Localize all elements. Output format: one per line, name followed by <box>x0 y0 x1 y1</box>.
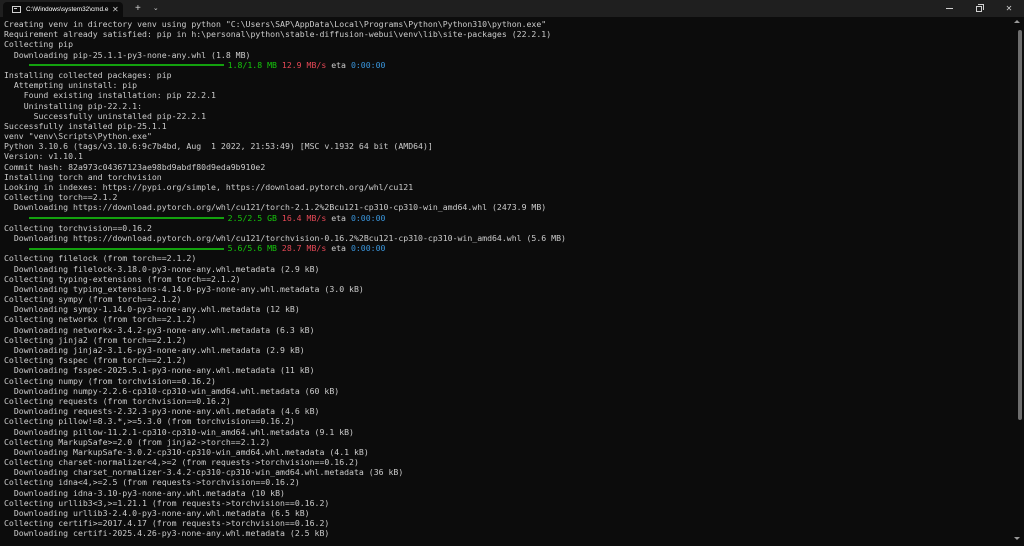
console-line: Found existing installation: pip 22.2.1 <box>4 90 216 101</box>
console-line: Downloading filelock-3.18.0-py3-none-any… <box>4 263 320 274</box>
progress-eta: 0:00:00 <box>350 243 386 254</box>
console-line: Collecting urllib3<3,>=1.21.1 (from requ… <box>4 497 330 508</box>
console-line: Collecting torchvision==0.16.2 <box>4 222 152 233</box>
console-line: Downloading sympy-1.14.0-py3-none-any.wh… <box>4 304 300 315</box>
console-line: Downloading jinja2-3.1.6-py3-none-any.wh… <box>4 345 305 355</box>
console-line: Successfully uninstalled pip-22.2.1 <box>4 110 207 121</box>
console-line: Downloading numpy-2.2.6-cp310-cp310-win_… <box>4 385 340 396</box>
console-line: Collecting torch==2.1.2 <box>4 192 118 203</box>
console-line: Downloading idna-3.10-py3-none-any.whl.m… <box>4 487 285 498</box>
eta-label: eta <box>331 59 346 70</box>
console-line: Installing torch and torchvision <box>4 171 162 182</box>
console-line: Downloading charset_normalizer-3.4.2-cp3… <box>4 467 404 478</box>
progress-eta: 0:00:00 <box>350 59 386 70</box>
console-line: Creating venv in directory venv using py… <box>4 19 547 29</box>
progress-bar <box>28 247 224 250</box>
console-line: Collecting MarkupSafe>=2.0 (from jinja2-… <box>4 436 271 447</box>
terminal-window: C:\Windows\system32\cmd.e ✕ + ⌄ ✕ Creati… <box>0 0 1024 546</box>
progress-size: 5.6/5.6 MB <box>227 243 277 254</box>
console-line: Downloading requests-2.32.3-py3-none-any… <box>4 406 320 417</box>
console-line: Collecting jinja2 (from torch==2.1.2) <box>4 334 187 345</box>
console-line: Collecting certifi>=2017.4.17 (from requ… <box>4 518 330 529</box>
console-line: Collecting networkx (from torch==2.1.2) <box>4 314 197 325</box>
progress-speed: 28.7 MB/s <box>281 243 327 254</box>
console-line: Requirement already satisfied: pip in h:… <box>4 29 552 40</box>
console-line: Downloading urllib3-2.4.0-py3-none-any.w… <box>4 508 310 518</box>
progress-bar <box>28 217 224 220</box>
progress-eta: 0:00:00 <box>350 212 386 223</box>
console-line: Downloading pip-25.1.1-py3-none-any.whl … <box>4 49 251 60</box>
console-output[interactable]: Creating venv in directory venv using py… <box>4 19 1010 539</box>
new-tab-icon[interactable]: + <box>135 3 141 14</box>
progress-bar <box>28 64 224 67</box>
tab-close-icon[interactable]: ✕ <box>112 5 119 14</box>
console-line: Collecting typing-extensions (from torch… <box>4 273 241 284</box>
tab-cmd[interactable]: C:\Windows\system32\cmd.e ✕ <box>3 2 123 17</box>
console-line: Collecting fsspec (from torch==2.1.2) <box>4 355 187 366</box>
console-line: venv "venv\Scripts\Python.exe" <box>4 131 152 142</box>
console-line: Successfully installed pip-25.1.1 <box>4 120 167 131</box>
console-line: Version: v1.10.1 <box>4 151 83 162</box>
title-bar[interactable]: C:\Windows\system32\cmd.e ✕ + ⌄ ✕ <box>0 0 1024 17</box>
console-line: Looking in indexes: https://pypi.org/sim… <box>4 182 414 192</box>
close-button[interactable]: ✕ <box>994 0 1024 17</box>
console-line: Downloading certifi-2025.4.26-py3-none-a… <box>4 528 330 539</box>
console-line: Downloading fsspec-2025.5.1-py3-none-any… <box>4 365 315 376</box>
console-line: Commit hash: 82a973c04367123ae98bd9abdf8… <box>4 161 266 172</box>
console-line: Collecting charset-normalizer<4,>=2 (fro… <box>4 457 359 468</box>
progress-line: 2.5/2.5 GB 16.4 MB/s eta 0:00:00 <box>4 213 1010 223</box>
console-line: Downloading https://download.pytorch.org… <box>4 232 566 243</box>
minimize-icon <box>945 8 953 9</box>
eta-label: eta <box>331 212 346 223</box>
scrollbar[interactable] <box>1017 26 1022 531</box>
console-line: Collecting pillow!=8.3.*,>=5.3.0 (from t… <box>4 416 295 427</box>
scroll-up-icon[interactable] <box>1014 20 1020 23</box>
console-line: Installing collected packages: pip <box>4 69 172 80</box>
scroll-down-icon[interactable] <box>1014 537 1020 540</box>
eta-label: eta <box>331 243 346 254</box>
progress-speed: 12.9 MB/s <box>281 59 327 70</box>
restore-icon <box>976 3 984 12</box>
close-icon: ✕ <box>1005 4 1013 13</box>
console-line: Downloading https://download.pytorch.org… <box>4 202 547 213</box>
window-controls: ✕ <box>934 0 1024 17</box>
progress-size: 1.8/1.8 MB <box>227 59 277 70</box>
terminal-icon <box>12 6 21 13</box>
console-line: Python 3.10.6 (tags/v3.10.6:9c7b4bd, Aug… <box>4 141 433 152</box>
console-line: Collecting idna<4,>=2.5 (from requests->… <box>4 477 300 488</box>
console-line: Attempting uninstall: pip <box>4 80 138 91</box>
progress-line: 5.6/5.6 MB 28.7 MB/s eta 0:00:00 <box>4 243 1010 253</box>
scrollbar-thumb[interactable] <box>1018 30 1022 420</box>
minimize-button[interactable] <box>934 0 964 17</box>
console-line: Uninstalling pip-22.2.1: <box>4 100 143 111</box>
console-line: Collecting requests (from torchvision==0… <box>4 395 231 406</box>
chevron-down-icon[interactable]: ⌄ <box>153 5 159 12</box>
progress-size: 2.5/2.5 GB <box>227 212 277 223</box>
console-line: Downloading networkx-3.4.2-py3-none-any.… <box>4 324 315 335</box>
console-line: Downloading typing_extensions-4.14.0-py3… <box>4 283 364 294</box>
progress-speed: 16.4 MB/s <box>281 212 327 223</box>
maximize-button[interactable] <box>964 0 994 17</box>
tab-title: C:\Windows\system32\cmd.e <box>26 6 109 13</box>
progress-line: 1.8/1.8 MB 12.9 MB/s eta 0:00:00 <box>4 60 1010 70</box>
console-line: Collecting pip <box>4 39 74 50</box>
console-line: Collecting filelock (from torch==2.1.2) <box>4 253 197 264</box>
console-line: Collecting sympy (from torch==2.1.2) <box>4 294 182 305</box>
console-line: Downloading MarkupSafe-3.0.2-cp310-cp310… <box>4 446 369 457</box>
console-line: Downloading pillow-11.2.1-cp310-cp310-wi… <box>4 426 354 437</box>
console-line: Collecting numpy (from torchvision==0.16… <box>4 375 216 386</box>
